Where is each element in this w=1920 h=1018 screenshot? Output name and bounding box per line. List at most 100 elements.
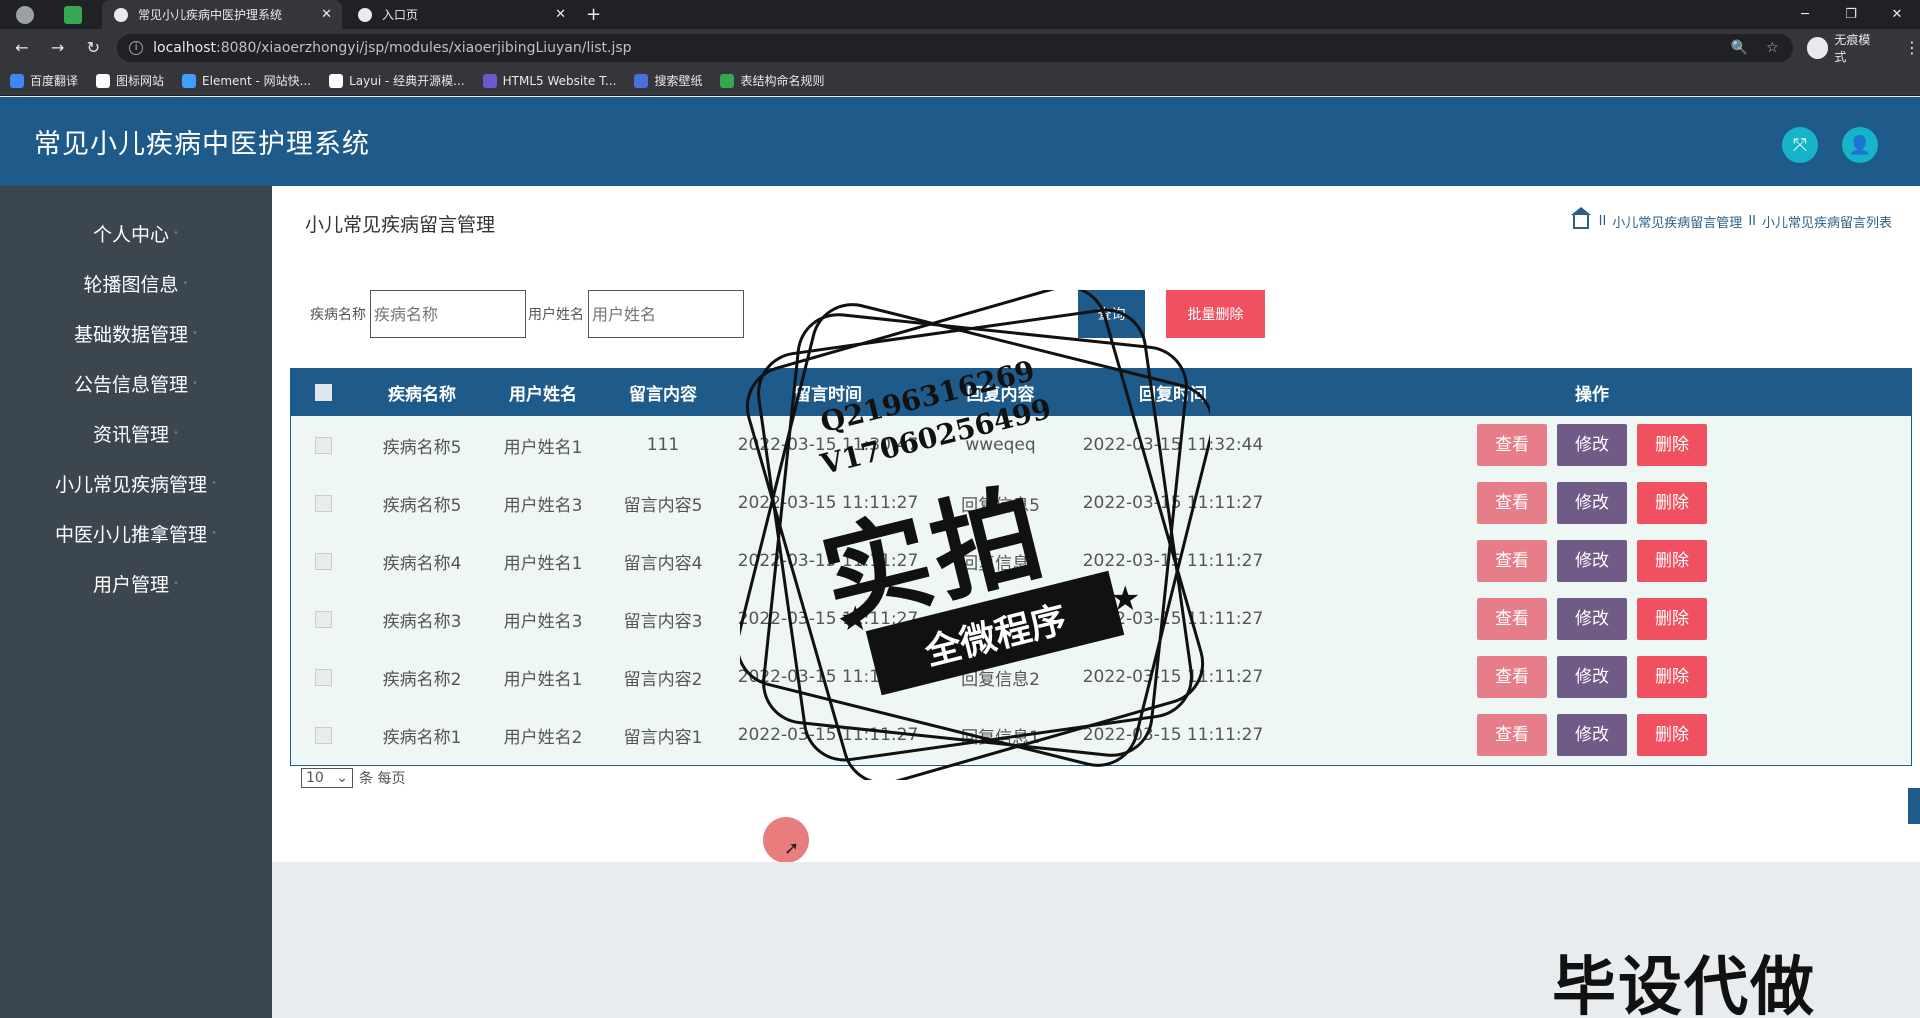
sidebar-item-base-data[interactable]: 基础数据管理 • [0,308,272,358]
table-row: 疾病名称1 用户姓名2 留言内容1 2022-03-15 11:11:27 回复信息1 2… [291,706,1911,764]
incognito-profile[interactable]: 无痕模式 [1806,31,1882,65]
minimize-icon[interactable]: ─ [1782,7,1828,22]
row-checkbox[interactable] [315,610,332,628]
site-info-icon[interactable]: i [129,40,144,55]
fullscreen-icon[interactable]: ⤧ [1782,127,1818,163]
cell-content: 111 [646,435,680,455]
sidebar-item-label: 小儿常见疾病管理 [55,473,208,496]
view-button[interactable]: 查看 [1477,482,1547,524]
view-button[interactable]: 查看 [1477,540,1547,582]
zoom-icon[interactable]: 🔍 [1731,40,1748,56]
cell-message-time: 2022-03-15 11:11:27 [737,725,919,745]
sidebar-item-massage[interactable]: 中医小儿推拿管理 • [0,508,272,558]
cell-actions: 查看 修改 删除 [1273,474,1911,532]
bookmark-item[interactable]: HTML5 Website T... [482,73,616,88]
bookmark-item[interactable]: Element - 网站快... [182,72,311,89]
page-size-select[interactable]: 10 ⌄ [301,768,353,788]
delete-button[interactable]: 删除 [1637,424,1707,466]
sidebar-item-label: 用户管理 [93,573,170,596]
reload-icon[interactable]: ↻ [77,38,109,57]
sidebar-item-personal-center[interactable]: 个人中心 • [0,208,272,258]
tab-label: 入口页 [382,8,419,22]
bookmark-label: 图标网站 [116,74,165,88]
edit-button[interactable]: 修改 [1557,598,1627,640]
view-button[interactable]: 查看 [1477,424,1547,466]
pinned-tab-icon[interactable] [64,5,82,24]
sidebar-item-news[interactable]: 资讯管理 • [0,408,272,458]
home-icon[interactable] [1570,206,1591,229]
address-bar-row: ← → ↻ i localhost :8080/xiaoerzhongyi/js… [0,29,1920,66]
bookmark-item[interactable]: 表结构命名规则 [720,72,824,89]
user-icon[interactable]: 👤 [1842,127,1878,163]
forward-icon[interactable]: → [42,38,74,57]
row-checkbox[interactable] [315,726,332,744]
sidebar-item-notices[interactable]: 公告信息管理 • [0,358,272,408]
breadcrumb-item-current: 小儿常见疾病留言列表 [1761,216,1892,231]
sidebar-item-label: 基础数据管理 [74,323,189,346]
tab-close-icon[interactable]: ✕ [321,7,332,22]
browser-tab-inactive[interactable]: 入口页 ✕ [346,0,576,29]
row-checkbox[interactable] [315,436,332,454]
query-button[interactable]: 查询 [1078,290,1145,338]
table-header-row: 疾病名称 用户姓名 留言内容 留言时间 回复内容 回复时间 操作 [291,369,1911,416]
view-button[interactable]: 查看 [1477,714,1547,756]
sidebar-item-users[interactable]: 用户管理 • [0,558,272,608]
page-size-suffix: 条 每页 [359,771,406,787]
bookmark-item[interactable]: Layui - 经典开源模... [329,72,465,89]
browser-menu-icon[interactable]: ⋮ [1904,38,1920,57]
delete-button[interactable]: 删除 [1637,656,1707,698]
bulk-delete-button[interactable]: 批量删除 [1166,290,1265,338]
edit-button[interactable]: 修改 [1557,714,1627,756]
bookmark-icon [10,73,24,88]
sidebar-item-diseases[interactable]: 小儿常见疾病管理 • [0,458,272,508]
cell-user: 用户姓名3 [503,611,583,632]
sidebar-item-label: 个人中心 [93,223,170,246]
tab-close-icon[interactable]: ✕ [555,7,566,22]
delete-button[interactable]: 删除 [1637,540,1707,582]
breadcrumb-item[interactable]: 小儿常见疾病留言管理 [1612,212,1742,231]
row-checkbox[interactable] [315,552,332,570]
bookmark-icon [329,73,344,88]
cell-content: 留言内容2 [623,669,703,690]
bookmark-icon [720,73,735,88]
bookmark-label: 表结构命名规则 [740,74,825,88]
disease-search-input[interactable] [370,290,526,338]
row-checkbox[interactable] [315,668,332,686]
edit-button[interactable]: 修改 [1557,482,1627,524]
back-icon[interactable]: ← [6,38,38,57]
browser-tab-active[interactable]: 常见小儿疾病中医护理系统 ✕ [102,0,342,29]
edit-button[interactable]: 修改 [1557,424,1627,466]
row-checkbox[interactable] [315,494,332,512]
restore-icon[interactable]: ❐ [1828,7,1874,22]
delete-button[interactable]: 删除 [1637,598,1707,640]
edit-button[interactable]: 修改 [1557,540,1627,582]
cell-disease: 疾病名称5 [382,495,462,516]
mouse-cursor-icon: ➚ [784,838,800,859]
delete-button[interactable]: 删除 [1637,482,1707,524]
bookmark-star-icon[interactable]: ☆ [1766,40,1779,56]
bookmark-item[interactable]: 搜索壁纸 [634,72,702,89]
bookmark-item[interactable]: 百度翻译 [10,72,78,89]
view-button[interactable]: 查看 [1477,598,1547,640]
url-path: :8080/xiaoerzhongyi/jsp/modules/xiaoerji… [216,39,632,56]
bookmark-item[interactable]: 图标网站 [96,72,164,89]
edit-button[interactable]: 修改 [1557,656,1627,698]
url-input[interactable]: i localhost :8080/xiaoerzhongyi/jsp/modu… [117,33,1793,62]
close-window-icon[interactable]: ✕ [1874,7,1920,22]
page-number-button[interactable]: 1 [1908,788,1920,824]
delete-button[interactable]: 删除 [1637,714,1707,756]
bookmark-icon [182,73,197,88]
new-tab-icon[interactable]: + [586,4,601,25]
cell-user: 用户姓名3 [503,495,583,516]
tab-favicon-icon [114,7,128,22]
user-search-input[interactable] [588,290,744,338]
table-row: 疾病名称2 用户姓名1 留言内容2 2022-03-15 11:11:27 回复信息2 2… [291,648,1911,706]
select-all-checkbox[interactable] [315,384,332,401]
view-button[interactable]: 查看 [1477,656,1547,698]
window-controls: ─ ❐ ✕ [1782,0,1920,29]
bookmark-label: 百度翻译 [30,74,79,88]
sidebar-item-carousel[interactable]: 轮播图信息 • [0,258,272,308]
browser-globe-icon[interactable] [16,5,34,24]
cell-user: 用户姓名1 [503,437,583,458]
cell-content: 留言内容1 [623,727,703,748]
